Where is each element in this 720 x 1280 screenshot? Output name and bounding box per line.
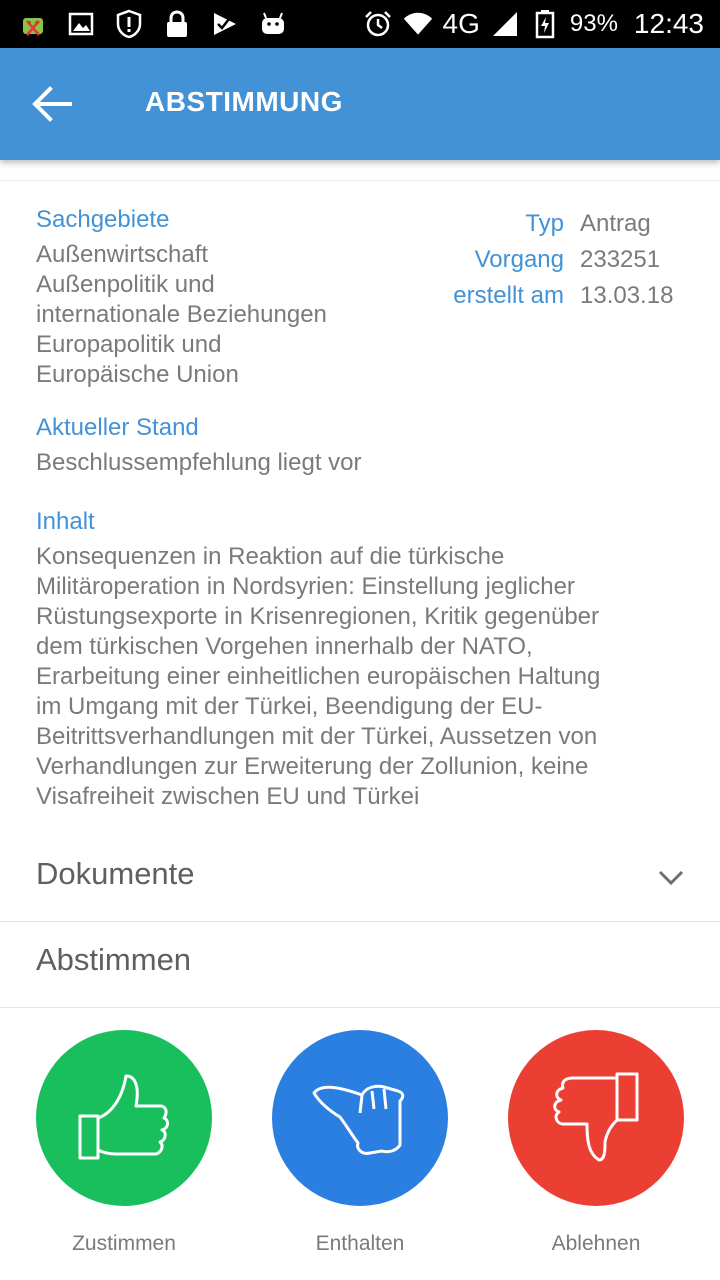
image-icon (66, 9, 96, 39)
meta-row-vorgang: Vorgang 233251 (420, 242, 700, 278)
inhalt-label: Inhalt (36, 508, 95, 535)
sachgebiet-line: internationale Beziehungen (36, 301, 327, 328)
thumbs-down-icon (553, 1072, 639, 1162)
inhalt-line: Visafreiheit zwischen EU und Türkei (36, 783, 420, 810)
enthalten-label: Enthalten (315, 1232, 405, 1255)
sachgebiet-line: Europapolitik und (36, 331, 222, 358)
sachgebiet-line: Außenpolitik und (36, 271, 215, 298)
inhalt-line: im Umgang mit der Türkei, Beendigung der… (36, 693, 543, 720)
meta-value: 13.03.18 (580, 282, 674, 309)
inhalt-line: Verhandlungen zur Erweiterung der Zollun… (36, 753, 589, 780)
inhalt-line: Konsequenzen in Reaktion auf die türkisc… (36, 543, 505, 570)
thumbs-up-icon (78, 1074, 169, 1160)
network-type: 4G (442, 8, 480, 39)
vote-ablehnen: Ablehnen (508, 1030, 684, 1255)
meta-key: Typ (525, 210, 564, 237)
status-icons-left (18, 6, 288, 42)
zustimmen-label: Zustimmen (72, 1232, 176, 1255)
alarm-icon (363, 9, 393, 39)
abstimmen-title: Abstimmen (36, 942, 192, 977)
chevron-down-icon (658, 870, 684, 886)
battery-percent: 93% (569, 10, 618, 37)
vote-zustimmen: Zustimmen (36, 1030, 212, 1255)
sachgebiet-line: Europäische Union (36, 361, 239, 388)
inhalt-line: dem türkischen Vorgehen innerhalb der NA… (36, 633, 533, 660)
inhalt-line: Beitrittsverhandlungen mit der Türkei, A… (36, 723, 598, 750)
android-icon (258, 9, 288, 39)
back-button[interactable] (22, 76, 82, 132)
inhalt-block: Inhalt Konsequenzen in Reaktion auf die … (36, 508, 686, 812)
signal-icon (490, 9, 520, 39)
stand-block: Aktueller Stand Beschlussempfehlung lieg… (36, 414, 676, 478)
stand-label: Aktueller Stand (36, 414, 199, 441)
meta-key: Vorgang (474, 246, 564, 273)
dokumente-section[interactable]: Dokumente (0, 836, 720, 922)
lock-icon (162, 9, 192, 39)
meta-row-typ: Typ Antrag (420, 206, 700, 242)
sachgebiete-block: Sachgebiete Außenwirtschaft Außenpolitik… (36, 206, 396, 390)
arrow-left-icon (32, 86, 72, 122)
meta-value: Antrag (580, 210, 651, 237)
enthalten-button[interactable] (272, 1030, 448, 1206)
page-title: ABSTIMMUNG (145, 86, 343, 117)
meta-key: erstellt am (453, 282, 564, 309)
stand-value: Beschlussempfehlung liegt vor (36, 449, 362, 476)
inhalt-line: Militäroperation in Nordsyrien: Einstell… (36, 573, 575, 600)
app-bar: ABSTIMMUNG (0, 48, 720, 160)
vote-enthalten: Enthalten (272, 1030, 448, 1255)
sachgebiet-line: Außenwirtschaft (36, 241, 209, 268)
meta-row-erstellt: erstellt am 13.03.18 (420, 278, 700, 314)
battery-charging-icon (530, 9, 560, 39)
clock: 12:43 (633, 8, 704, 39)
divider (0, 1007, 720, 1008)
ablehnen-button[interactable] (508, 1030, 684, 1206)
android-debug-icon (18, 9, 48, 39)
sachgebiete-label: Sachgebiete (36, 206, 170, 233)
meta-block: Typ Antrag Vorgang 233251 erstellt am 13… (420, 206, 700, 314)
abstimmen-section: Abstimmen (0, 922, 720, 1008)
inhalt-line: Rüstungsexporte in Krisenregionen, Kriti… (36, 603, 600, 630)
check-flag-icon (210, 9, 240, 39)
zustimmen-button[interactable] (36, 1030, 212, 1206)
dokumente-title: Dokumente (36, 856, 195, 891)
shield-alert-icon (114, 9, 144, 39)
wifi-icon (403, 9, 433, 39)
ablehnen-label: Ablehnen (551, 1232, 641, 1255)
inhalt-line: Erarbeitung einer einheitlichen europäis… (36, 663, 601, 690)
divider (0, 180, 720, 181)
status-icons-right: 4G 93% 12:43 (363, 6, 704, 42)
status-bar: 4G 93% 12:43 (0, 0, 720, 48)
thumb-sideways-icon (312, 1084, 405, 1155)
meta-value: 233251 (580, 246, 661, 273)
